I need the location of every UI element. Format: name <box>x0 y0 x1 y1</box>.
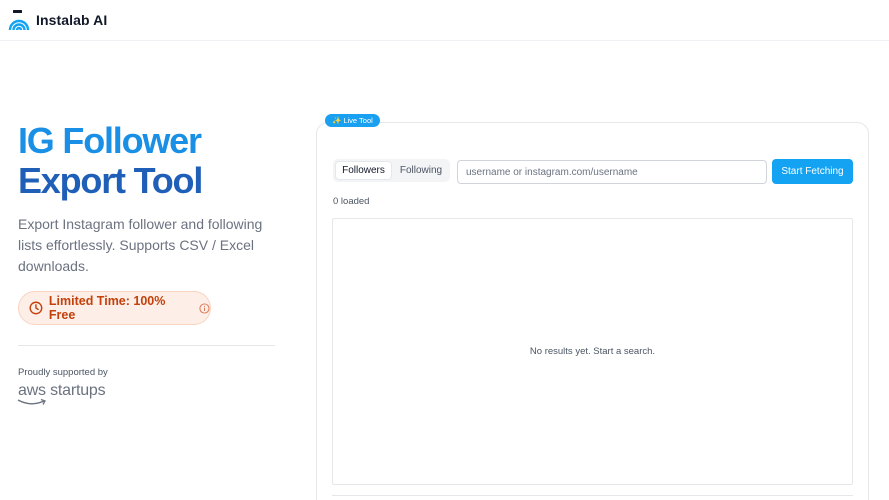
radar-logo-icon[interactable] <box>8 10 30 31</box>
info-icon[interactable] <box>199 302 210 314</box>
hero-divider <box>18 345 275 346</box>
brand-name[interactable]: Instalab AI <box>36 12 107 28</box>
start-fetching-button[interactable]: Start Fetching <box>772 159 853 184</box>
results-panel: No results yet. Start a search. <box>332 218 853 485</box>
hero-title-line-2: Export Tool <box>18 160 203 201</box>
live-tool-label: Live Tool <box>343 116 373 125</box>
hero-description: Export Instagram follower and following … <box>18 216 263 274</box>
list-type-toggle: Followers Following <box>333 159 450 182</box>
loaded-count: 0 loaded <box>333 196 370 207</box>
clock-icon <box>29 301 43 315</box>
tab-following[interactable]: Following <box>394 161 448 180</box>
top-bar: Instalab AI <box>0 0 889 41</box>
hero-title: IG Follower Export Tool <box>18 120 203 201</box>
tab-followers[interactable]: Followers <box>335 161 392 180</box>
hero-title-line-1: IG Follower <box>18 120 202 161</box>
username-input[interactable] <box>457 160 767 184</box>
supported-by-label: Proudly supported by <box>18 367 108 378</box>
aws-smile-icon <box>17 398 46 405</box>
card-footer-divider <box>332 495 853 496</box>
free-offer-badge: Limited Time: 100% Free <box>18 291 211 325</box>
free-offer-text: Limited Time: 100% Free <box>48 294 166 322</box>
live-tool-pill: ✨ Live Tool <box>325 114 380 127</box>
sparkle-icon: ✨ <box>332 116 342 125</box>
empty-results-message: No results yet. Start a search. <box>529 346 656 357</box>
